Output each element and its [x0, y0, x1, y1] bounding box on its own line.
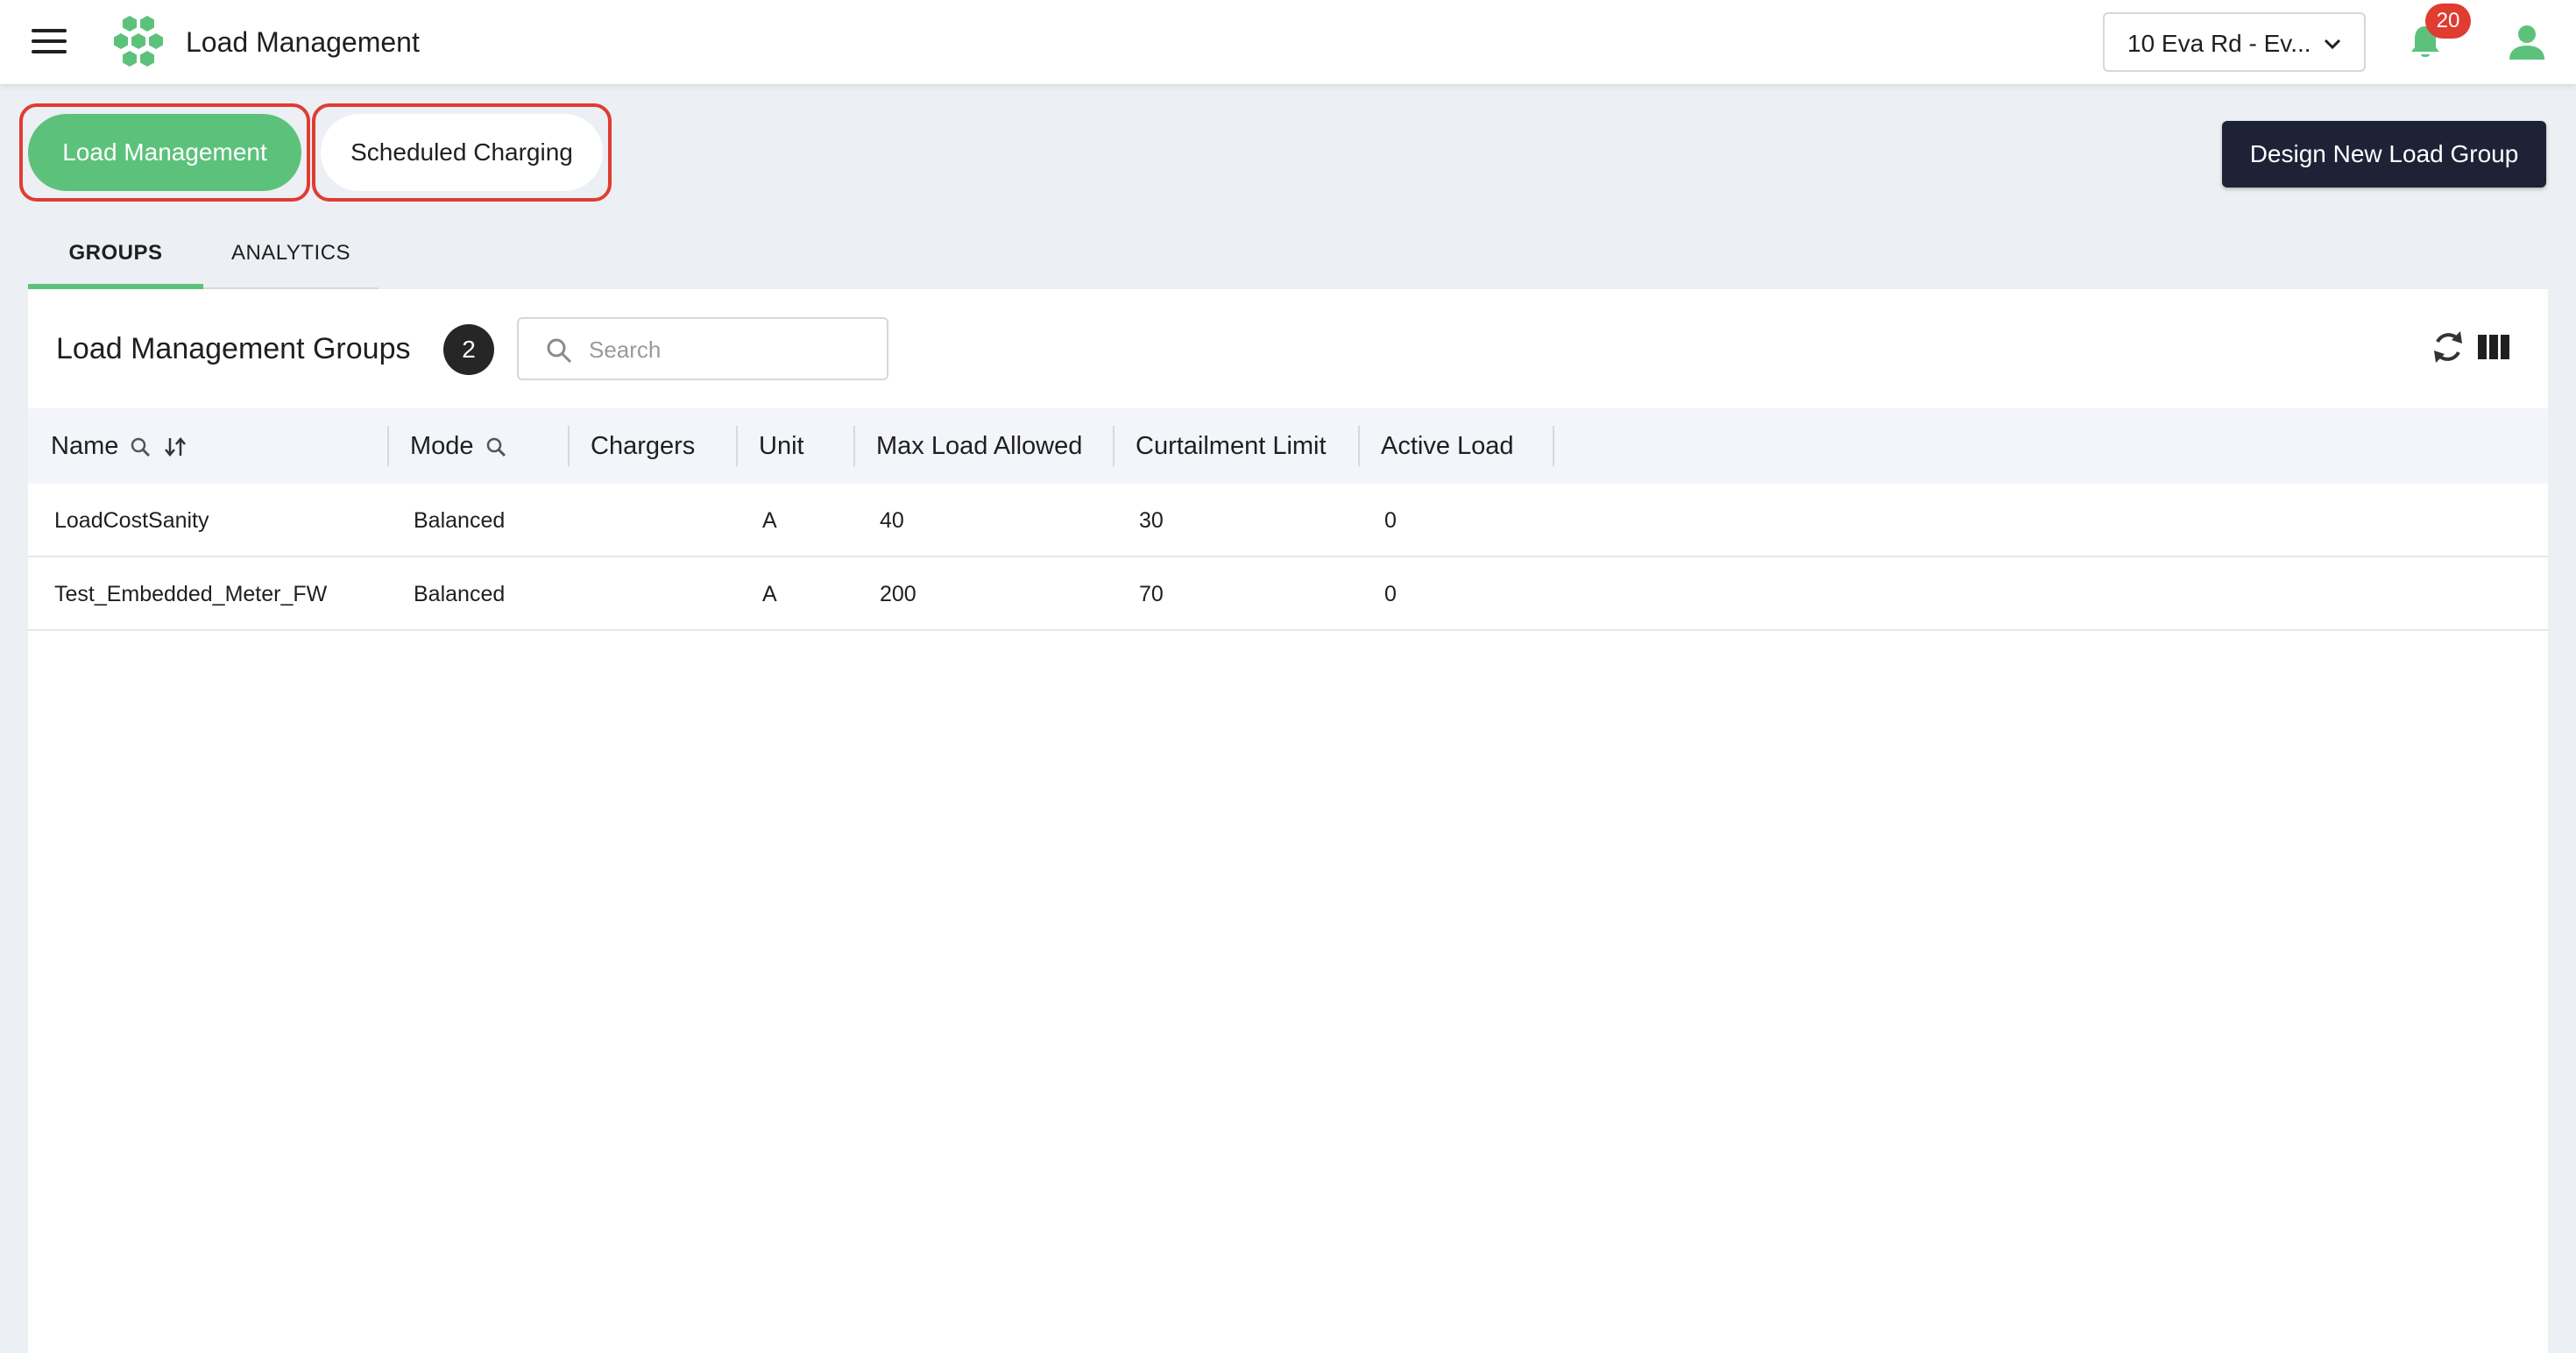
search-icon	[547, 338, 572, 364]
cell-unit: A	[762, 582, 777, 606]
groups-card: Load Management Groups 2 Name Mode Charg	[28, 289, 2548, 1353]
table-row[interactable]: LoadCostSanity Balanced A 40 30 0	[28, 484, 2548, 557]
top-app-bar: Load Management 10 Eva Rd - Ev... 20	[0, 0, 2576, 84]
column-header-mode[interactable]: Mode	[410, 408, 507, 484]
column-header-name[interactable]: Name	[51, 408, 188, 484]
site-selector-value: 10 Eva Rd - Ev...	[2127, 30, 2311, 57]
column-header-chargers[interactable]: Chargers	[591, 408, 695, 484]
search-icon[interactable]	[129, 436, 152, 458]
search-field[interactable]	[517, 317, 888, 380]
cell-name: Test_Embedded_Meter_FW	[54, 582, 328, 606]
notification-badge: 20	[2425, 4, 2471, 39]
user-icon[interactable]	[2508, 23, 2546, 61]
column-header-label: Mode	[410, 432, 474, 460]
group-count-badge: 2	[443, 324, 494, 375]
cell-unit: A	[762, 508, 777, 533]
app-title: Load Management	[186, 26, 420, 58]
search-input[interactable]	[587, 333, 867, 366]
column-separator	[387, 426, 389, 466]
tab-analytics[interactable]: ANALYTICS	[203, 230, 379, 289]
column-separator	[1553, 426, 1554, 466]
site-selector[interactable]: 10 Eva Rd - Ev...	[2103, 12, 2366, 72]
cell-mode: Balanced	[414, 508, 506, 533]
search-icon[interactable]	[485, 436, 507, 458]
tab-groups[interactable]: GROUPS	[28, 230, 203, 289]
cell-max-load: 40	[880, 508, 904, 533]
column-separator	[853, 426, 855, 466]
column-header-curtailment-limit[interactable]: Curtailment Limit	[1136, 408, 1327, 484]
column-separator	[1113, 426, 1115, 466]
cell-active-load: 0	[1384, 582, 1397, 606]
cell-mode: Balanced	[414, 582, 506, 606]
cell-active-load: 0	[1384, 508, 1397, 533]
table-header: Name Mode Chargers Unit Max Load Allowed…	[28, 408, 2548, 484]
column-header-max-load[interactable]: Max Load Allowed	[876, 408, 1082, 484]
load-management-tab[interactable]: Load Management	[28, 114, 301, 191]
cell-curtailment-limit: 70	[1139, 582, 1164, 606]
cell-curtailment-limit: 30	[1139, 508, 1164, 533]
columns-icon[interactable]	[2478, 333, 2509, 361]
column-separator	[1358, 426, 1360, 466]
column-separator	[568, 426, 570, 466]
chevron-down-icon	[2324, 39, 2341, 50]
column-header-label: Name	[51, 432, 119, 460]
scheduled-charging-tab[interactable]: Scheduled Charging	[321, 114, 603, 191]
cell-name: LoadCostSanity	[54, 508, 209, 533]
design-new-load-group-button[interactable]: Design New Load Group	[2222, 121, 2546, 188]
hexagon-logo-icon	[114, 16, 163, 67]
column-separator	[736, 426, 738, 466]
card-title: Load Management Groups	[56, 332, 411, 365]
menu-icon[interactable]	[32, 29, 67, 55]
column-header-active-load[interactable]: Active Load	[1381, 408, 1514, 484]
sort-icon[interactable]	[162, 436, 188, 458]
column-header-unit[interactable]: Unit	[759, 408, 804, 484]
cell-max-load: 200	[880, 582, 916, 606]
refresh-icon[interactable]	[2431, 328, 2466, 366]
table-row[interactable]: Test_Embedded_Meter_FW Balanced A 200 70…	[28, 557, 2548, 631]
